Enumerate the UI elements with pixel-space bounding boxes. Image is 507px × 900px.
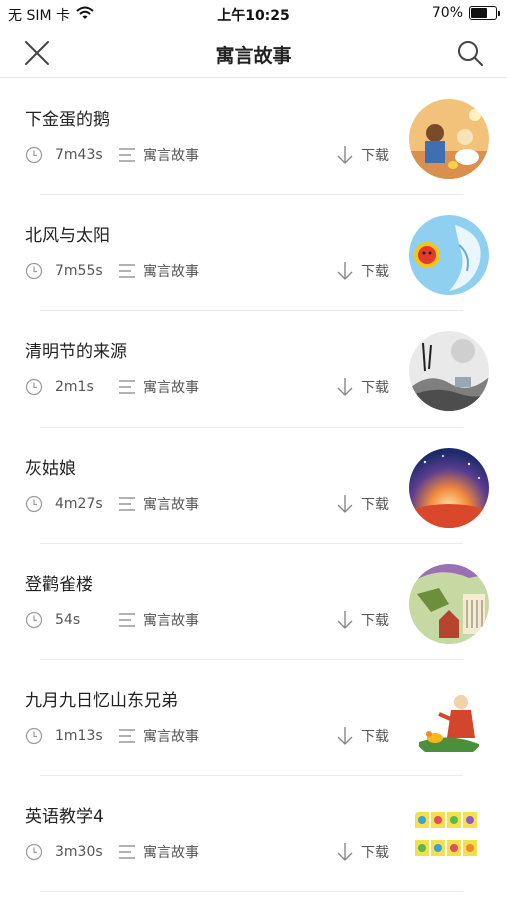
battery-icon [469, 6, 500, 20]
divider [40, 891, 463, 893]
story-duration: 7m43s [55, 147, 103, 163]
status-right: 70% [431, 5, 500, 21]
list-icon [118, 843, 136, 861]
download-label: 下载 [361, 380, 389, 397]
clock-icon [25, 843, 43, 861]
story-meta: 7m43s 寓言故事 [25, 145, 199, 165]
poet-illustration[interactable] [409, 679, 489, 760]
download-icon [335, 377, 355, 397]
story-meta: 54s 寓言故事 [25, 610, 199, 630]
list-icon [118, 727, 136, 745]
story-category: 寓言故事 [143, 148, 199, 164]
story-title[interactable]: 英语教学4 [25, 802, 104, 827]
sun-wind-illustration[interactable] [409, 215, 489, 296]
download-icon [335, 842, 355, 862]
story-list: 下金蛋的鹅 7m43s 寓言故事 下载 北风与太阳 7m55s 寓言故事 下载 … [0, 79, 507, 893]
download-icon [335, 610, 355, 630]
story-category: 寓言故事 [143, 845, 199, 862]
download-button[interactable]: 下载 [335, 145, 389, 165]
story-meta: 2m1s 寓言故事 [25, 377, 199, 397]
clock-icon [25, 727, 43, 745]
download-icon [335, 726, 355, 746]
story-meta: 3m30s 寓言故事 [25, 842, 199, 862]
story-title[interactable]: 九月九日忆山东兄弟 [25, 686, 178, 711]
story-duration: 4m27s [55, 495, 103, 512]
list-item[interactable]: 灰姑娘 4m27s 寓言故事 下载 [0, 428, 507, 544]
download-button[interactable]: 下载 [335, 377, 389, 397]
download-icon [335, 494, 355, 514]
download-button[interactable]: 下载 [335, 261, 389, 281]
story-title[interactable]: 北风与太阳 [25, 221, 110, 246]
story-duration: 2m1s [55, 379, 94, 396]
download-button[interactable]: 下载 [335, 610, 389, 630]
story-meta: 7m55s 寓言故事 [25, 261, 199, 281]
story-title[interactable]: 下金蛋的鹅 [25, 105, 110, 130]
download-button[interactable]: 下载 [335, 842, 389, 862]
goose-illustration[interactable] [409, 99, 489, 179]
story-duration: 1m13s [55, 727, 103, 744]
clock-icon [25, 262, 43, 280]
story-duration: 54s [55, 611, 81, 628]
download-label: 下载 [361, 612, 389, 629]
download-label: 下载 [361, 496, 389, 513]
list-icon [118, 262, 136, 280]
download-label: 下载 [361, 728, 389, 745]
story-category: 寓言故事 [143, 380, 199, 397]
clock-icon [25, 146, 43, 164]
list-icon [118, 378, 136, 396]
story-duration: 7m55s [55, 263, 103, 280]
story-title[interactable]: 登鹳雀楼 [25, 570, 93, 595]
story-title[interactable]: 灰姑娘 [25, 454, 76, 479]
download-label: 下载 [361, 845, 389, 862]
english-cards-illustration[interactable] [409, 796, 489, 877]
list-icon [118, 611, 136, 629]
story-category: 寓言故事 [143, 612, 199, 629]
list-icon [118, 146, 136, 164]
download-icon [335, 261, 355, 281]
story-category: 寓言故事 [143, 496, 199, 513]
clock-icon [25, 378, 43, 396]
battery-percent: 70% [431, 5, 463, 21]
download-icon [335, 145, 355, 165]
story-category: 寓言故事 [143, 264, 199, 281]
story-title[interactable]: 清明节的来源 [25, 337, 127, 362]
story-meta: 4m27s 寓言故事 [25, 494, 199, 514]
story-category: 寓言故事 [143, 728, 199, 745]
download-label: 下载 [361, 148, 389, 164]
list-item[interactable]: 英语教学4 3m30s 寓言故事 下载 [0, 776, 507, 893]
list-item[interactable]: 登鹳雀楼 54s 寓言故事 下载 [0, 544, 507, 660]
search-icon[interactable] [455, 38, 485, 68]
night-sky-illustration[interactable] [409, 447, 489, 528]
qingming-illustration[interactable] [409, 331, 489, 412]
story-meta: 1m13s 寓言故事 [25, 726, 199, 746]
list-icon [118, 495, 136, 513]
tower-poem-illustration[interactable] [409, 563, 489, 644]
list-item[interactable]: 下金蛋的鹅 7m43s 寓言故事 下载 [0, 79, 507, 196]
status-bar: 无 SIM 卡 上午10:25 70% [0, 0, 507, 28]
page-title: 寓言故事 [215, 45, 292, 67]
download-label: 下载 [361, 264, 389, 281]
clock-icon [25, 495, 43, 513]
story-duration: 3m30s [55, 844, 103, 861]
battery-fill [471, 8, 488, 18]
nav-bar: 寓言故事 [0, 28, 507, 78]
list-item[interactable]: 清明节的来源 2m1s 寓言故事 下载 [0, 311, 507, 428]
list-item[interactable]: 北风与太阳 7m55s 寓言故事 下载 [0, 195, 507, 312]
battery-tip [498, 11, 500, 16]
download-button[interactable]: 下载 [335, 726, 389, 746]
download-button[interactable]: 下载 [335, 494, 389, 514]
list-item[interactable]: 九月九日忆山东兄弟 1m13s 寓言故事 下载 [0, 660, 507, 777]
clock-icon [25, 611, 43, 629]
